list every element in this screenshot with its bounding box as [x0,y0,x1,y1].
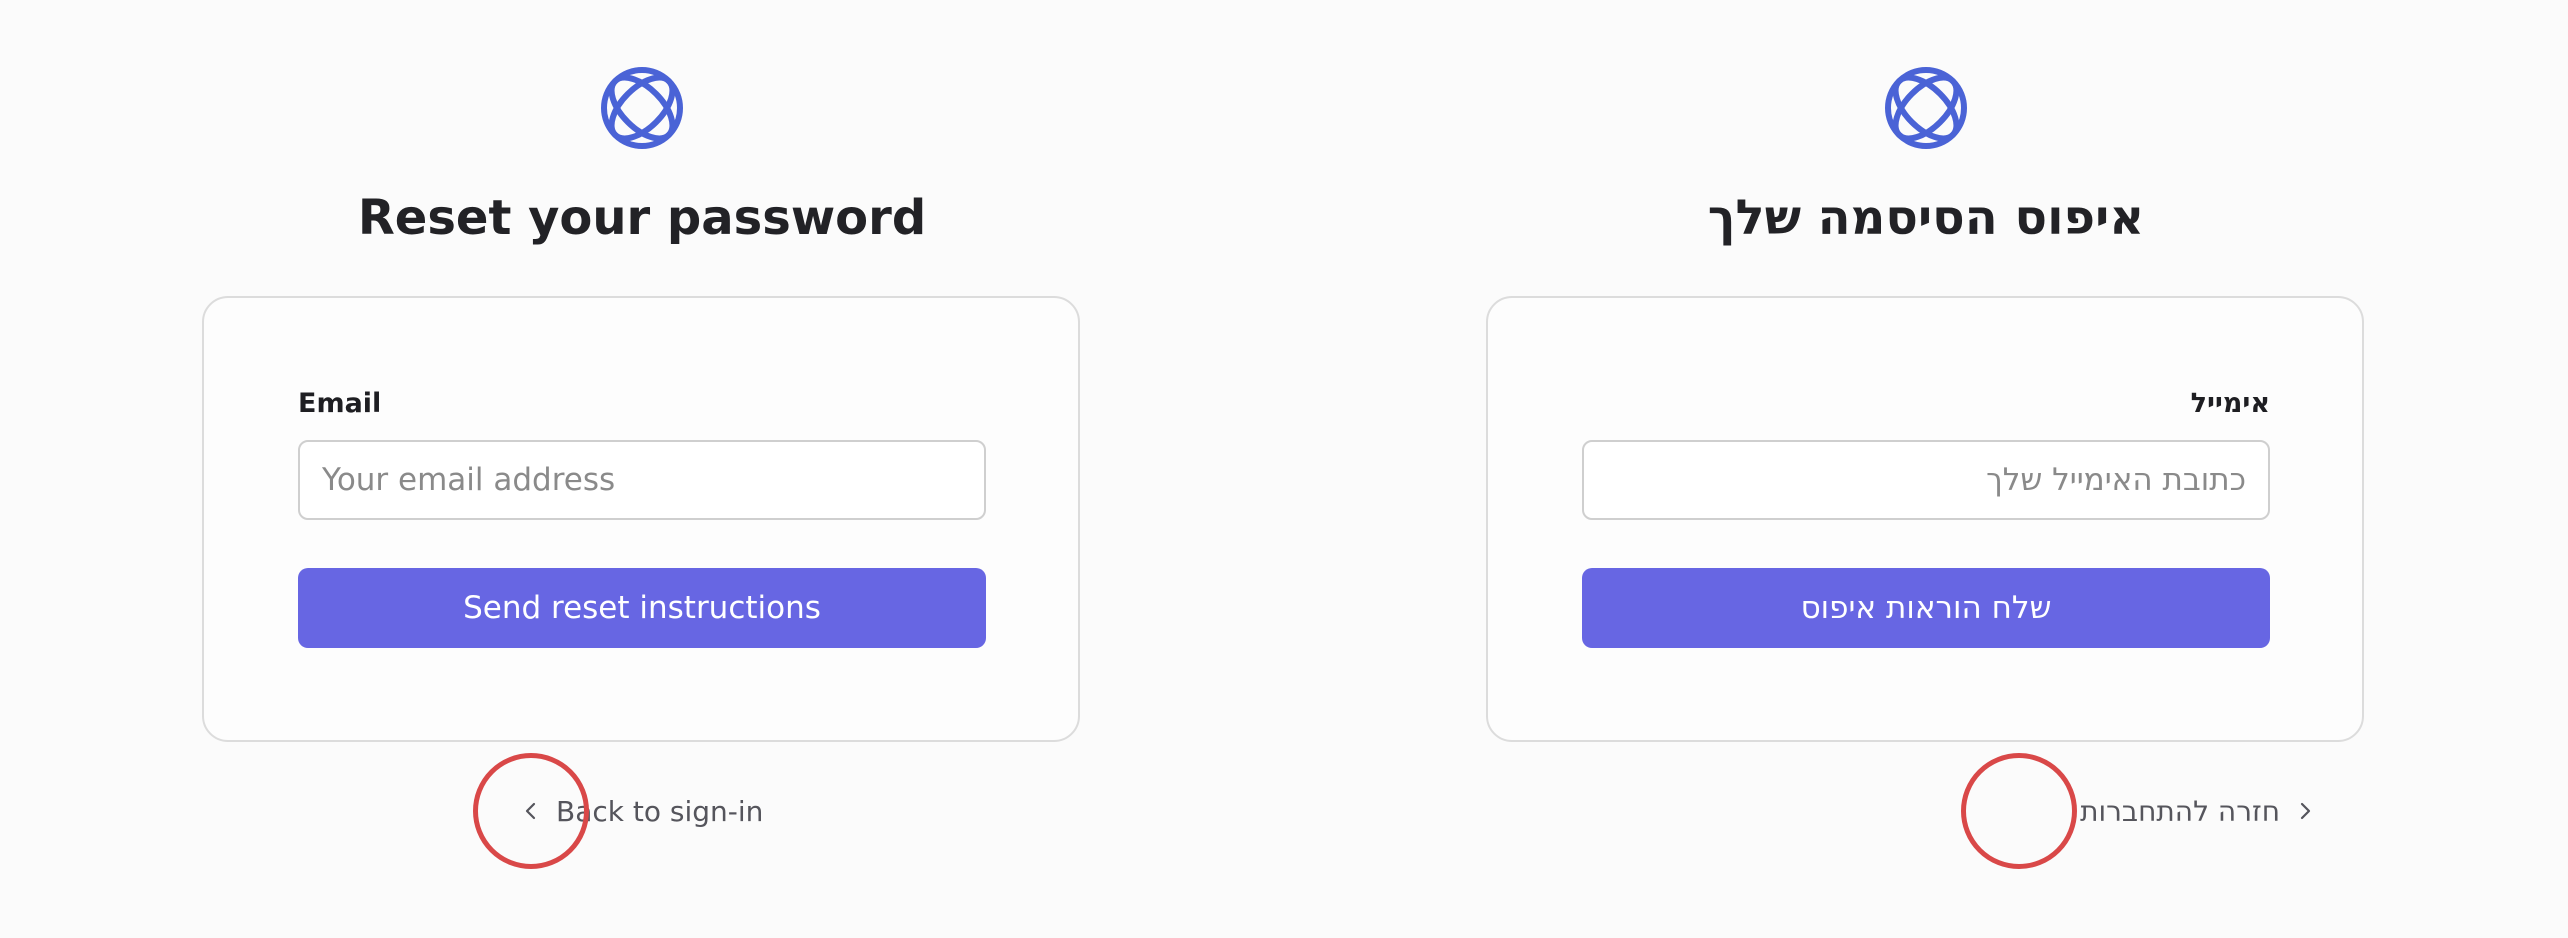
globe-logo-icon [1882,64,1970,152]
email-label: אימייל [2190,388,2270,419]
comparison-stage: Reset your password Email Send reset ins… [0,0,2568,938]
email-label: Email [298,388,382,419]
chevron-left-icon [525,802,536,820]
page-title: Reset your password [357,190,927,246]
send-reset-instructions-button[interactable]: שלח הוראות איפוס [1582,568,2270,648]
rtl-reset-password-pane: איפוס הסיסמה שלך אימייל שלח הוראות איפוס… [1284,0,2568,938]
send-reset-instructions-button[interactable]: Send reset instructions [298,568,986,648]
ltr-reset-password-pane: Reset your password Email Send reset ins… [0,0,1284,938]
back-to-sign-in-link[interactable]: Back to sign-in [520,790,763,832]
back-link-label: חזרה להתחברות [2080,794,2280,828]
globe-logo-icon [598,64,686,152]
highlight-ring [1961,753,2077,869]
back-link-label: Back to sign-in [556,794,764,828]
page-title: איפוס הסיסמה שלך [1707,190,2145,246]
back-to-sign-in-link[interactable]: חזרה להתחברות [2080,790,2316,832]
chevron-right-icon [2300,802,2311,820]
email-input[interactable] [1582,440,2270,520]
email-input[interactable] [298,440,986,520]
